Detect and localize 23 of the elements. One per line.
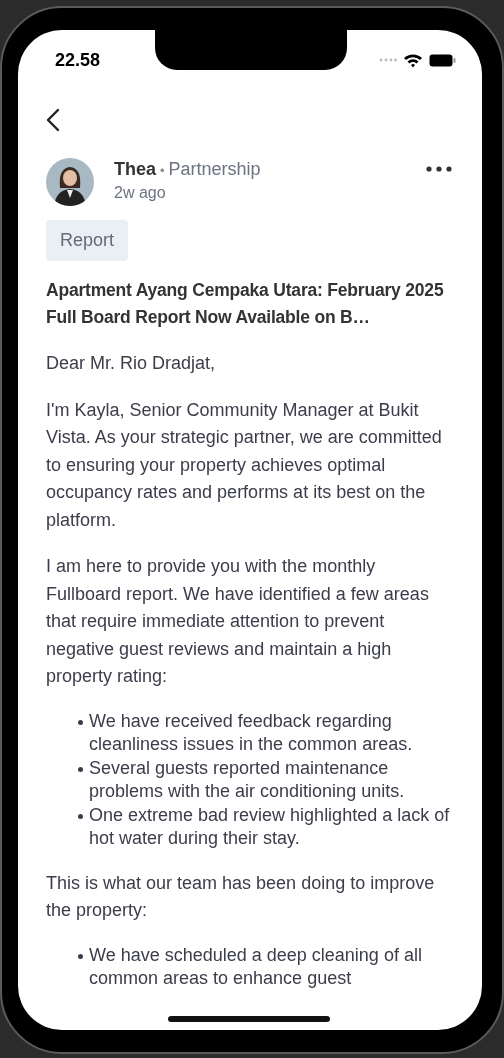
post-time: 2w ago [114, 184, 167, 202]
body-paragraph: Dear Mr. Rio Dradjat, [46, 352, 217, 375]
body-paragraph: This is what our team has been doing to improve the property: [46, 871, 436, 922]
avatar-icon [46, 158, 94, 206]
body-paragraph: I'm Kayla, Senior Community Manager at Bukit Vista. As your strategic partner, we are committed to ensuring your property achieves optimal occupancy rates and performs at its best on the platform. [46, 398, 443, 532]
bullet-icon [78, 953, 83, 959]
post-category: Partnership [168, 159, 261, 180]
list-item: One extreme bad review highlighted a lack of hot water during their stay. [89, 803, 451, 850]
list-item: We have scheduled a deep cleaning of all common areas to enhance guest [89, 943, 423, 990]
body-paragraph: I am here to provide you with the monthly Fullboard report. We have identified a few areas that require immediate attention to prevent negative guest reviews and maintain a high property rating: [46, 555, 430, 688]
signal-icon [379, 58, 397, 62]
bullet-icon [78, 766, 83, 772]
wifi-icon [403, 52, 423, 68]
bullet-icon [78, 719, 83, 725]
tag-label: Report [46, 220, 129, 261]
status-time: 22.58 [55, 49, 101, 71]
bullet-icon [78, 813, 83, 819]
battery-icon [429, 53, 456, 67]
list-item: Several guests reported maintenance problems with the air conditioning units. [89, 756, 406, 803]
separator-dot: • [160, 163, 165, 178]
post-title: Apartment Ayang Cempaka Utara: February 2025 Full Board Report Now Available on B… [46, 279, 445, 329]
author-name: Thea [114, 159, 156, 180]
list-item: We have received feedback regarding cleanliness issues in the common areas. [89, 709, 414, 756]
